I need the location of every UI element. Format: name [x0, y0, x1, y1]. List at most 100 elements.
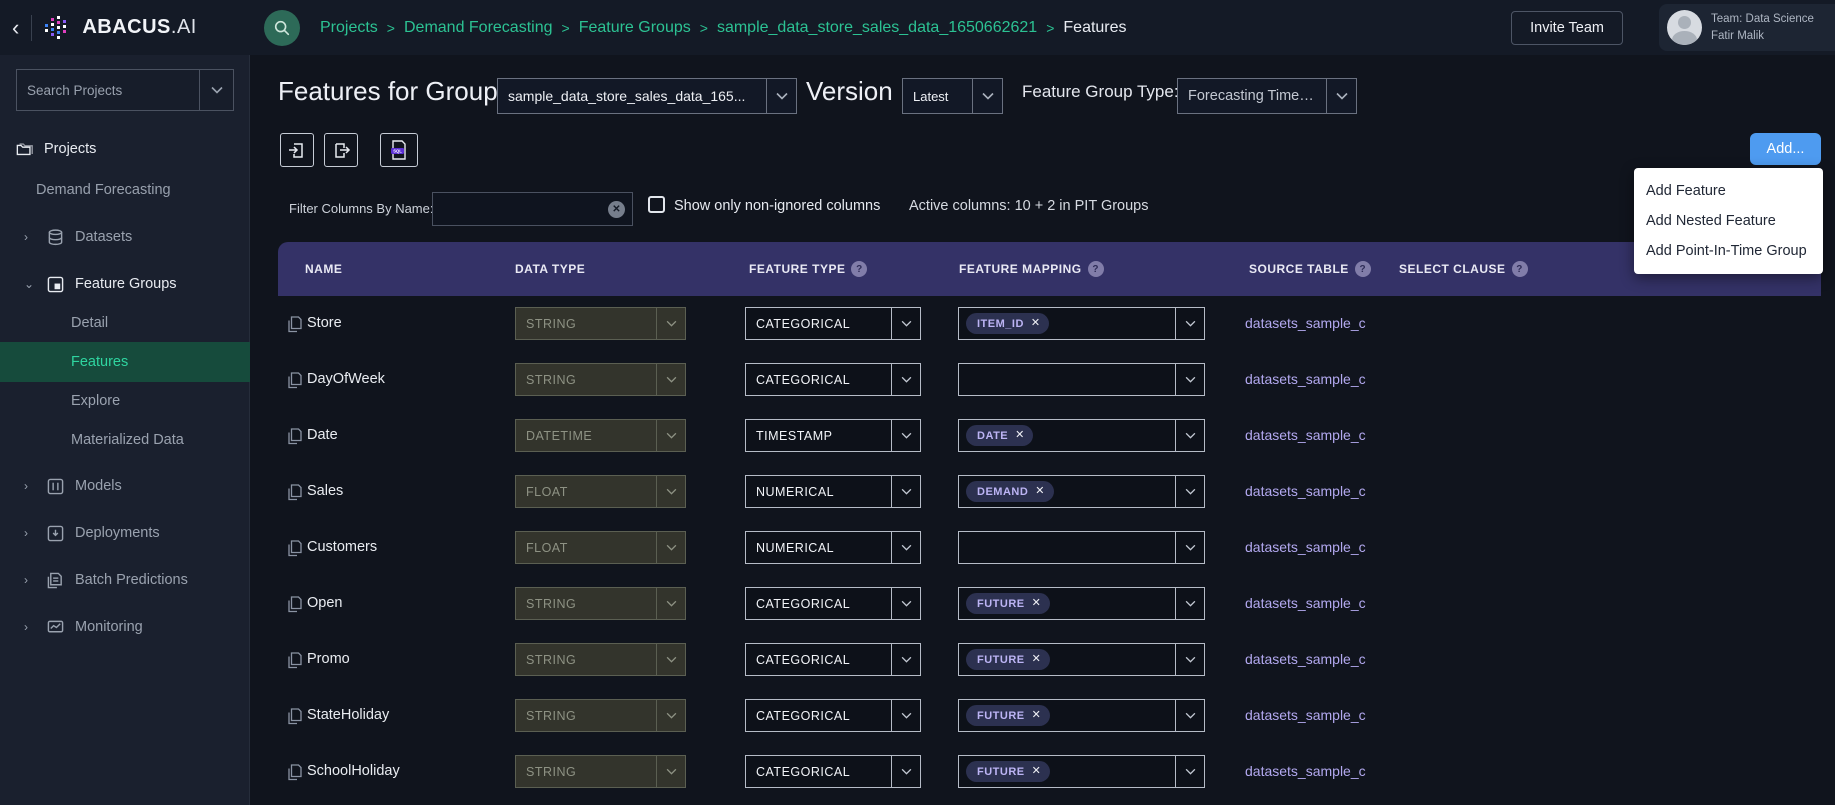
abacus-logo[interactable]: ABACUS.AI [44, 14, 197, 42]
global-search-button[interactable] [264, 10, 300, 46]
sidebar-item-demand-forecasting[interactable]: Demand Forecasting [0, 170, 250, 210]
add-menu-item-add-nested-feature[interactable]: Add Nested Feature [1634, 206, 1823, 236]
feature-type-select[interactable]: CATEGORICAL [745, 307, 921, 340]
add-button[interactable]: Add... [1750, 133, 1821, 165]
feature-group-type-select[interactable]: Forecasting Times... [1177, 78, 1357, 114]
data-type-select[interactable]: STRING [515, 363, 686, 396]
help-icon[interactable]: ? [1088, 261, 1104, 277]
source-table-link[interactable]: datasets_sample_c [1245, 763, 1366, 779]
chevron-right-icon[interactable]: › [24, 573, 38, 587]
chevron-right-icon[interactable]: › [24, 620, 38, 634]
breadcrumb-item[interactable]: Projects [320, 19, 378, 37]
search-icon [273, 19, 291, 37]
import-feature-group-button[interactable] [280, 133, 314, 167]
sidebar-item-deployments[interactable]: ›Deployments [0, 513, 250, 553]
remove-mapping-icon[interactable]: ✕ [1015, 430, 1024, 441]
sidebar-item-feature-groups[interactable]: ⌄Feature Groups [0, 264, 250, 304]
export-feature-group-button[interactable] [324, 133, 358, 167]
source-table-link[interactable]: datasets_sample_c [1245, 483, 1366, 499]
remove-mapping-icon[interactable]: ✕ [1032, 654, 1041, 665]
add-menu-item-add-point-in-time-group[interactable]: Add Point-In-Time Group [1634, 236, 1823, 266]
remove-mapping-icon[interactable]: ✕ [1035, 486, 1044, 497]
sidebar-item-monitoring[interactable]: ›Monitoring [0, 607, 250, 647]
show-non-ignored-label: Show only non-ignored columns [674, 198, 880, 214]
feature-type-select[interactable]: NUMERICAL [745, 475, 921, 508]
feature-type-select[interactable]: CATEGORICAL [745, 643, 921, 676]
feature-copy-icon[interactable] [288, 652, 302, 674]
feature-mapping-select[interactable]: FUTURE✕ [958, 643, 1205, 676]
breadcrumb-item[interactable]: sample_data_store_sales_data_1650662621 [717, 19, 1037, 37]
feature-copy-icon[interactable] [288, 764, 302, 786]
sidebar-item-batch-predictions[interactable]: ›Batch Predictions [0, 560, 250, 600]
invite-team-button[interactable]: Invite Team [1511, 11, 1623, 45]
breadcrumb-item[interactable]: Feature Groups [579, 19, 691, 37]
data-type-select[interactable]: STRING [515, 699, 686, 732]
feature-mapping-select[interactable] [958, 363, 1205, 396]
feature-mapping-select[interactable]: FUTURE✕ [958, 587, 1205, 620]
add-menu-item-add-feature[interactable]: Add Feature [1634, 176, 1823, 206]
sidebar-item-features[interactable]: Features [0, 342, 250, 382]
feature-type-select[interactable]: CATEGORICAL [745, 699, 921, 732]
sidebar-item-materialized-data[interactable]: Materialized Data [0, 420, 250, 460]
feature-mapping-select[interactable]: DATE✕ [958, 419, 1205, 452]
feature-group-select[interactable]: sample_data_store_sales_data_165... [497, 78, 797, 114]
source-table-link[interactable]: datasets_sample_c [1245, 315, 1366, 331]
user-menu[interactable]: Team: Data Science Fatir Malik [1659, 4, 1835, 51]
filter-columns-input[interactable] [433, 193, 632, 225]
source-table-link[interactable]: datasets_sample_c [1245, 371, 1366, 387]
feature-copy-icon[interactable] [288, 316, 302, 338]
help-icon[interactable]: ? [1355, 261, 1371, 277]
feature-mapping-select[interactable]: FUTURE✕ [958, 699, 1205, 732]
source-table-link[interactable]: datasets_sample_c [1245, 595, 1366, 611]
breadcrumb-item[interactable]: Demand Forecasting [404, 19, 553, 37]
sidebar-item-explore[interactable]: Explore [0, 381, 250, 421]
sidebar-item-datasets[interactable]: › Datasets [0, 217, 250, 257]
sidebar-item-label: Datasets [75, 229, 132, 245]
feature-copy-icon[interactable] [288, 708, 302, 730]
feature-copy-icon[interactable] [288, 428, 302, 450]
source-table-link[interactable]: datasets_sample_c [1245, 539, 1366, 555]
feature-type-select[interactable]: CATEGORICAL [745, 363, 921, 396]
sidebar-item-models[interactable]: ›Models [0, 466, 250, 506]
remove-mapping-icon[interactable]: ✕ [1032, 598, 1041, 609]
source-table-link[interactable]: datasets_sample_c [1245, 651, 1366, 667]
data-type-select[interactable]: DATETIME [515, 419, 686, 452]
feature-mapping-select[interactable] [958, 531, 1205, 564]
source-table-link[interactable]: datasets_sample_c [1245, 707, 1366, 723]
data-type-select[interactable]: STRING [515, 307, 686, 340]
data-type-select[interactable]: STRING [515, 755, 686, 788]
feature-mapping-select[interactable]: ITEM_ID✕ [958, 307, 1205, 340]
feature-copy-icon[interactable] [288, 484, 302, 506]
version-select[interactable]: Latest [902, 78, 1003, 114]
sidebar-item-detail[interactable]: Detail [0, 303, 250, 343]
help-icon[interactable]: ? [851, 261, 867, 277]
remove-mapping-icon[interactable]: ✕ [1031, 318, 1040, 329]
show-non-ignored-checkbox[interactable] [648, 196, 665, 213]
feature-mapping-select[interactable]: DEMAND✕ [958, 475, 1205, 508]
data-type-select[interactable]: STRING [515, 643, 686, 676]
data-type-select[interactable]: FLOAT [515, 531, 686, 564]
help-icon[interactable]: ? [1512, 261, 1528, 277]
feature-type-select[interactable]: TIMESTAMP [745, 419, 921, 452]
feature-copy-icon[interactable] [288, 540, 302, 562]
sidebar-item-projects[interactable]: Projects [0, 129, 250, 169]
chevron-right-icon[interactable]: › [24, 230, 38, 244]
feature-type-select[interactable]: NUMERICAL [745, 531, 921, 564]
feature-type-select[interactable]: CATEGORICAL [745, 587, 921, 620]
clear-filter-icon[interactable]: ✕ [608, 201, 625, 218]
chevron-down-icon[interactable]: ⌄ [24, 277, 38, 291]
feature-mapping-select[interactable]: FUTURE✕ [958, 755, 1205, 788]
feature-type-select[interactable]: CATEGORICAL [745, 755, 921, 788]
feature-copy-icon[interactable] [288, 372, 302, 394]
chevron-right-icon[interactable]: › [24, 479, 38, 493]
collapse-sidebar-icon[interactable]: ‹ [12, 17, 19, 39]
remove-mapping-icon[interactable]: ✕ [1032, 766, 1041, 777]
chevron-right-icon[interactable]: › [24, 526, 38, 540]
feature-copy-icon[interactable] [288, 596, 302, 618]
data-type-select[interactable]: FLOAT [515, 475, 686, 508]
data-type-select[interactable]: STRING [515, 587, 686, 620]
remove-mapping-icon[interactable]: ✕ [1032, 710, 1041, 721]
search-projects-select[interactable]: Search Projects [16, 69, 234, 111]
source-table-link[interactable]: datasets_sample_c [1245, 427, 1366, 443]
sql-editor-button[interactable]: SQL [380, 133, 418, 167]
